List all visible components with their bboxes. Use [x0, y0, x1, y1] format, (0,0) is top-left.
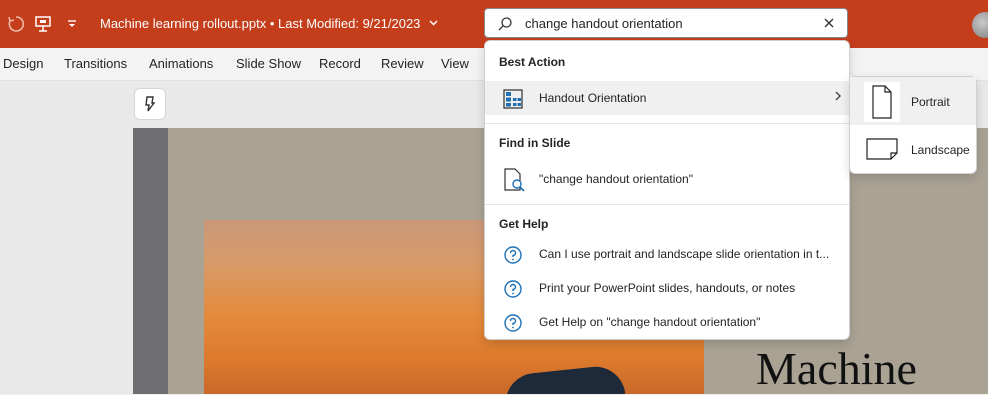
- portrait-label: Portrait: [911, 95, 950, 109]
- handout-orientation-icon: [503, 89, 523, 109]
- help-item-label: Print your PowerPoint slides, handouts, …: [539, 281, 796, 295]
- help-item-label: Can I use portrait and landscape slide o…: [539, 247, 830, 261]
- handout-orientation-label: Handout Orientation: [539, 91, 647, 105]
- best-action-heading: Best Action: [499, 55, 566, 69]
- tab-review[interactable]: Review: [381, 56, 424, 71]
- title-separator: •: [269, 16, 275, 31]
- slide-title[interactable]: Machine: [756, 342, 917, 395]
- get-help-heading: Get Help: [499, 217, 549, 231]
- customize-qat-icon[interactable]: [62, 14, 82, 34]
- chevron-down-icon: [428, 17, 439, 31]
- section-divider: [485, 204, 849, 205]
- help-icon: [504, 314, 522, 332]
- search-box[interactable]: change handout orientation: [484, 8, 848, 38]
- help-item[interactable]: Print your PowerPoint slides, handouts, …: [485, 271, 849, 305]
- search-icon: [498, 17, 512, 31]
- help-icon: [504, 246, 522, 264]
- landscape-label: Landscape: [911, 143, 970, 157]
- search-input[interactable]: change handout orientation: [525, 16, 683, 31]
- find-document-icon: [504, 168, 525, 192]
- section-divider: [485, 123, 849, 124]
- help-item[interactable]: Get Help on "change handout orientation": [485, 305, 849, 339]
- tab-record[interactable]: Record: [319, 56, 361, 71]
- tab-slide-show[interactable]: Slide Show: [236, 56, 301, 71]
- landscape-option[interactable]: Landscape: [850, 125, 976, 173]
- portrait-option[interactable]: Portrait: [850, 77, 976, 125]
- designer-icon: [145, 96, 156, 112]
- tab-animations[interactable]: Animations: [149, 56, 213, 71]
- avatar[interactable]: [972, 12, 988, 38]
- find-in-slide-heading: Find in Slide: [499, 136, 571, 150]
- help-icon: [504, 280, 522, 298]
- slide-thumbnail-edge: [133, 128, 168, 394]
- last-modified: Last Modified: 9/21/2023: [278, 16, 421, 31]
- autosave-icon[interactable]: [6, 14, 26, 34]
- close-icon[interactable]: [821, 15, 837, 31]
- chevron-right-icon: [833, 90, 843, 105]
- find-in-slide-item[interactable]: "change handout orientation": [485, 162, 849, 196]
- handout-orientation-item[interactable]: Handout Orientation: [485, 81, 849, 115]
- orientation-submenu: Portrait Landscape: [849, 76, 977, 174]
- document-title: Machine learning rollout.pptx: [100, 16, 267, 31]
- find-in-slide-label: "change handout orientation": [539, 172, 693, 186]
- tab-design[interactable]: Design: [3, 56, 43, 71]
- landscape-page-icon: [866, 138, 898, 160]
- tab-view[interactable]: View: [441, 56, 469, 71]
- portrait-page-icon: [864, 82, 900, 122]
- help-item[interactable]: Can I use portrait and landscape slide o…: [485, 237, 849, 271]
- document-title-button[interactable]: Machine learning rollout.pptx • Last Mod…: [100, 16, 439, 31]
- help-item-label: Get Help on "change handout orientation": [539, 315, 761, 329]
- airplane-wing-graphic: [502, 363, 626, 394]
- presenter-icon[interactable]: [33, 14, 53, 34]
- search-results-dropdown: Best Action Handout Orientation Find in …: [484, 40, 850, 340]
- designer-button[interactable]: [134, 88, 166, 120]
- tab-transitions[interactable]: Transitions: [64, 56, 127, 71]
